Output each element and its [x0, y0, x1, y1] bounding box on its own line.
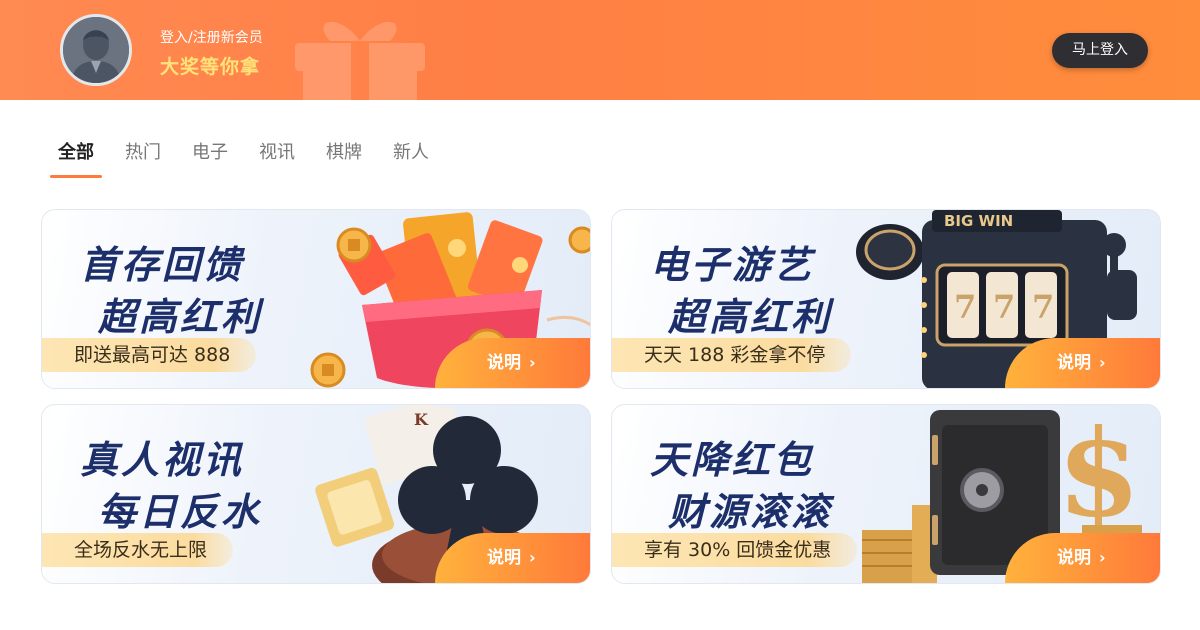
promo-title-line1: 首存回馈	[80, 243, 245, 287]
tab-newcomer[interactable]: 新人	[385, 140, 437, 178]
tab-live-video[interactable]: 视讯	[251, 140, 303, 178]
promo-title-line2: 超高红利	[98, 295, 263, 339]
svg-text:BIG WIN: BIG WIN	[944, 212, 1013, 230]
user-icon	[63, 17, 129, 83]
chevron-right-icon: ›	[1099, 548, 1106, 567]
tab-all[interactable]: 全部	[50, 140, 102, 178]
tab-chess-cards[interactable]: 棋牌	[318, 140, 370, 178]
promo-subtitle: 全场反水无上限	[42, 533, 234, 567]
explain-button[interactable]: 说明 ›	[435, 338, 590, 388]
explain-button[interactable]: 说明 ›	[435, 533, 590, 583]
promo-card-live-rebate[interactable]: 真人视讯 每日反水 K 全场反水无上限 说明 ›	[41, 404, 591, 584]
promo-title-line1: 电子游艺	[650, 243, 815, 287]
tab-electronic[interactable]: 电子	[184, 140, 236, 178]
svg-text:7: 7	[1032, 288, 1054, 326]
promo-title-line2: 财源滚滚	[668, 490, 833, 534]
login-button[interactable]: 马上登入	[1052, 33, 1148, 68]
explain-button-label: 说明	[487, 548, 521, 568]
member-header: 登入/注册新会员 大奖等你拿 马上登入	[0, 0, 1200, 100]
gift-icon	[295, 21, 425, 100]
svg-text:7: 7	[954, 288, 976, 326]
explain-button-label: 说明	[1057, 353, 1091, 373]
promo-subtitle: 天天 188 彩金拿不停	[612, 338, 852, 372]
tab-hot[interactable]: 热门	[117, 140, 169, 178]
promo-card-red-packet[interactable]: 天降红包 财源滚滚 $ 享有 30% 回馈金优惠 说明 ›	[611, 404, 1161, 584]
promo-subtitle: 即送最高可达 888	[42, 338, 257, 372]
svg-text:K: K	[414, 410, 429, 429]
svg-text:$: $	[1057, 405, 1141, 544]
explain-button-label: 说明	[1057, 548, 1091, 568]
explain-button-label: 说明	[487, 353, 521, 373]
explain-button[interactable]: 说明 ›	[1005, 338, 1160, 388]
chevron-right-icon: ›	[1099, 353, 1106, 372]
promo-title-line1: 真人视讯	[80, 438, 245, 482]
svg-text:7: 7	[993, 288, 1015, 326]
avatar[interactable]	[60, 14, 132, 86]
chevron-right-icon: ›	[529, 353, 536, 372]
promo-title-line2: 超高红利	[668, 295, 833, 339]
promo-title-line1: 天降红包	[650, 438, 815, 482]
promo-card-first-deposit[interactable]: 首存回馈 超高红利 即送最高可达 888 说明 ›	[41, 209, 591, 389]
promo-title-line2: 每日反水	[98, 490, 263, 534]
category-tabs: 全部 热门 电子 视讯 棋牌 新人	[50, 140, 452, 180]
promo-subtitle: 享有 30% 回馈金优惠	[612, 533, 858, 567]
explain-button[interactable]: 说明 ›	[1005, 533, 1160, 583]
chevron-right-icon: ›	[529, 548, 536, 567]
promo-card-electronic-games[interactable]: 电子游艺 超高红利 BIG WIN 7 7 7 天天 188 彩金拿不停 说明 ›	[611, 209, 1161, 389]
prize-slogan: 大奖等你拿	[160, 56, 261, 78]
login-register-link[interactable]: 登入/注册新会员	[160, 27, 263, 47]
